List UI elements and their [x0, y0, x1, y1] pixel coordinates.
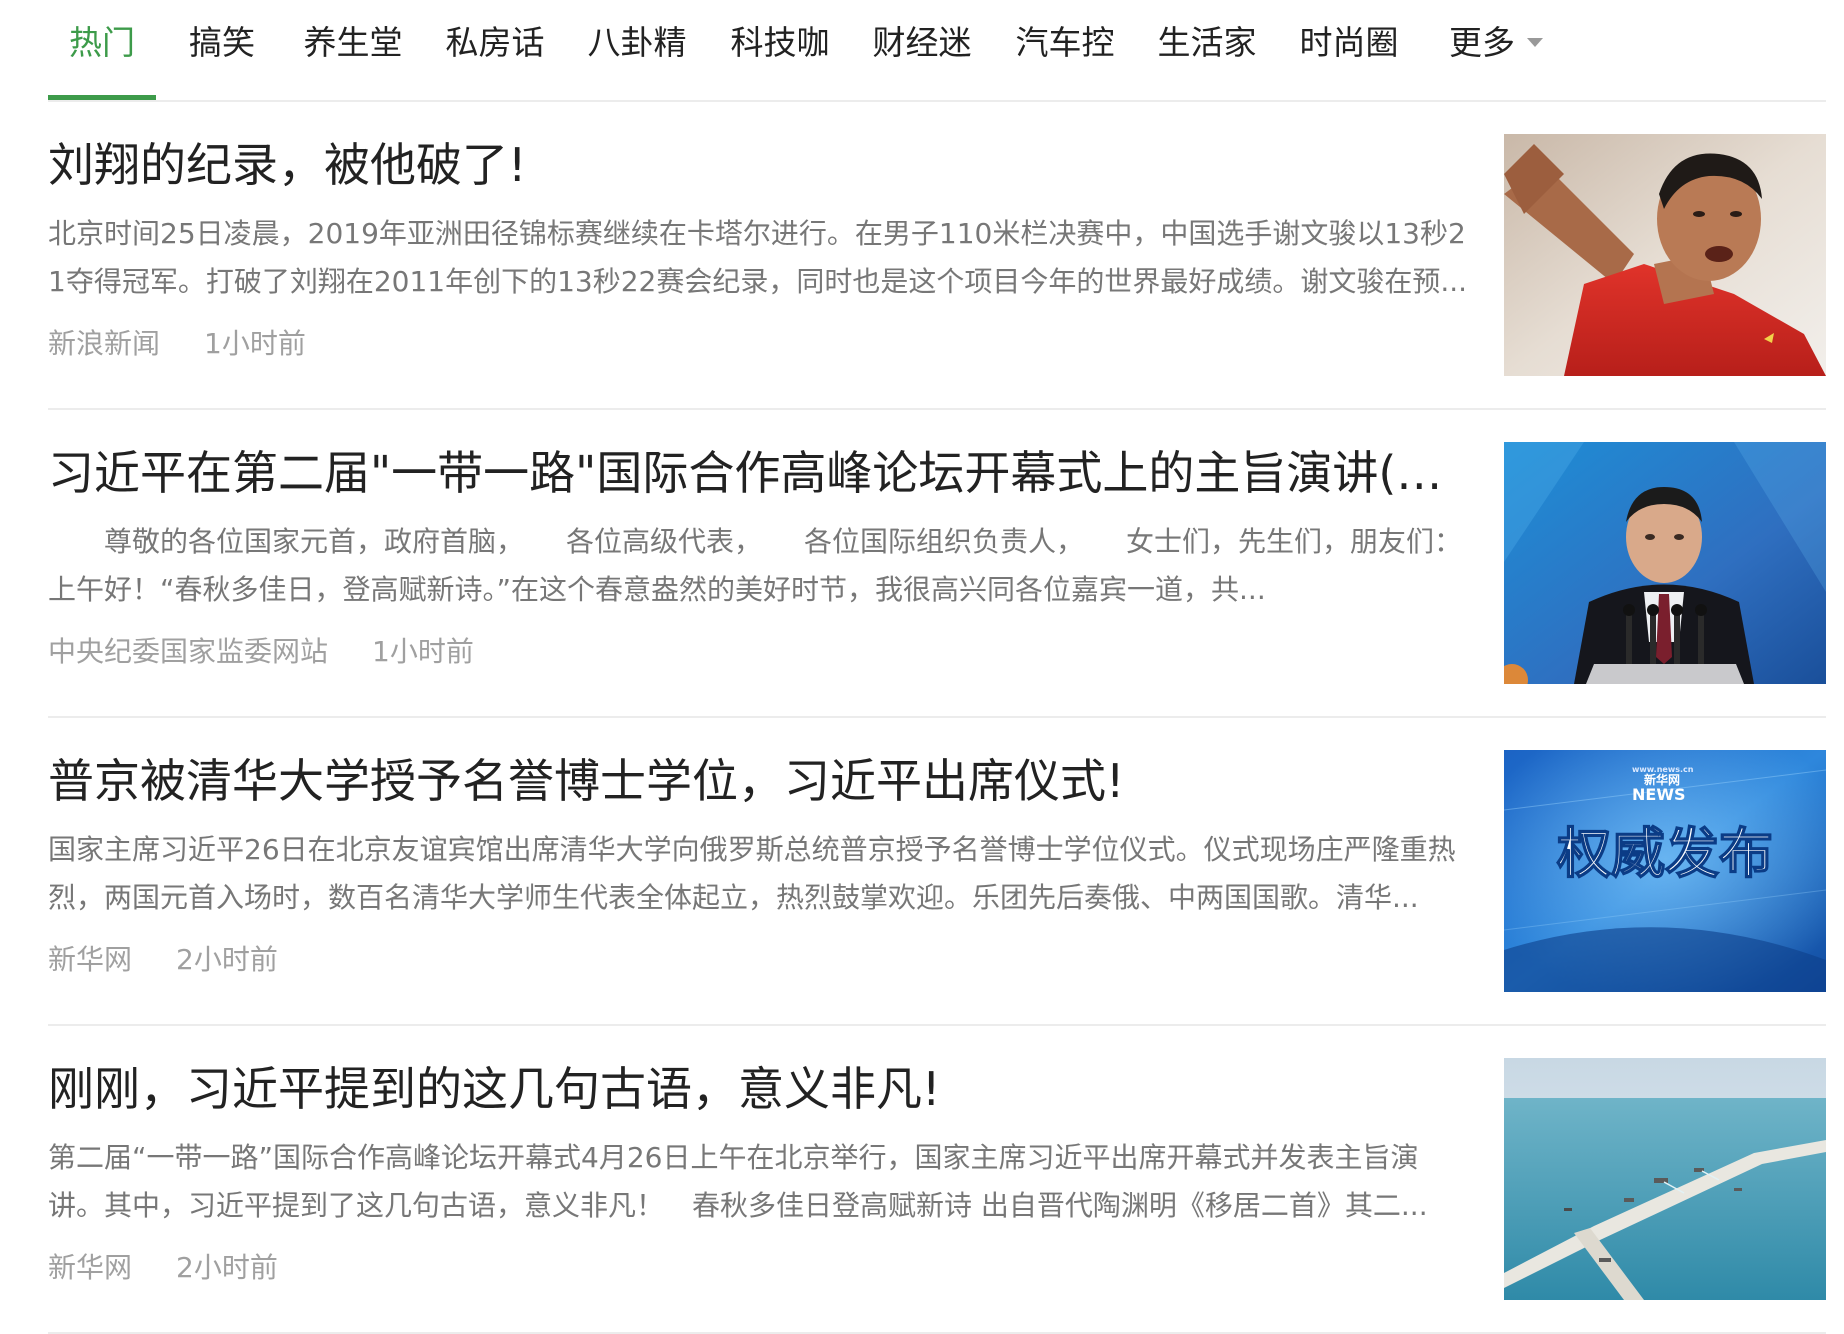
news-time: 1小时前 — [372, 635, 474, 668]
speaker-photo-image — [1504, 442, 1826, 684]
news-source: 新浪新闻 — [48, 327, 161, 360]
news-summary: 北京时间25日凌晨，2019年亚洲田径锦标赛继续在卡塔尔进行。在男子110米栏决… — [48, 217, 1468, 298]
tab-life[interactable]: 生活家 — [1155, 0, 1259, 100]
news-thumbnail[interactable] — [1504, 134, 1826, 376]
tab-private-talk[interactable]: 私房话 — [444, 0, 546, 100]
authority-release-banner-image: www.news.cn 新华网 NEWS 权威发布 — [1504, 750, 1826, 992]
news-meta: 中央纪委国家监委网站 1小时前 — [48, 632, 474, 672]
news-time: 1小时前 — [204, 327, 306, 360]
tab-hot[interactable]: 热门 — [48, 0, 156, 100]
news-item[interactable]: 普京被清华大学授予名誉博士学位，习近平出席仪式! 国家主席习近平26日在北京友谊… — [48, 718, 1826, 1026]
tab-label: 财经迷 — [872, 23, 972, 62]
chevron-down-icon — [1527, 38, 1543, 47]
news-meta: 新华网 2小时前 — [48, 940, 278, 980]
category-tabs: 热门 搞笑 养生堂 私房话 八卦精 科技咖 财经迷 汽车控 生活家 时尚圈 更多 — [48, 0, 1826, 102]
news-source: 新华网 — [48, 943, 133, 976]
news-time: 2小时前 — [176, 943, 278, 976]
news-meta: 新华网 2小时前 — [48, 1248, 278, 1288]
tab-label: 时尚圈 — [1299, 23, 1399, 62]
news-thumbnail[interactable] — [1504, 1058, 1826, 1300]
tab-auto[interactable]: 汽车控 — [1013, 0, 1117, 100]
news-title[interactable]: 刚刚，习近平提到的这几句古语，意义非凡! — [48, 1060, 1468, 1118]
news-summary: 国家主席习近平26日在北京友谊宾馆出席清华大学向俄罗斯总统普京授予名誉博士学位仪… — [48, 833, 1456, 914]
news-source: 新华网 — [48, 1251, 133, 1284]
news-title[interactable]: 习近平在第二届"一带一路"国际合作高峰论坛开幕式上的主旨演讲(全... — [48, 444, 1468, 502]
tab-label: 更多 — [1449, 23, 1515, 62]
tab-label: 搞笑 — [189, 23, 255, 62]
pier-aerial-photo-image — [1504, 1058, 1826, 1300]
athlete-photo-image — [1504, 134, 1826, 376]
banner-headline: 权威发布 — [1556, 822, 1773, 885]
tab-label: 养生堂 — [303, 23, 403, 62]
tab-health[interactable]: 养生堂 — [302, 0, 404, 100]
news-item[interactable]: 刘翔的纪录，被他破了! 北京时间25日凌晨，2019年亚洲田径锦标赛继续在卡塔尔… — [48, 102, 1826, 410]
tab-label: 生活家 — [1157, 23, 1257, 62]
news-item[interactable]: 习近平在第二届"一带一路"国际合作高峰论坛开幕式上的主旨演讲(全... 尊敬的各… — [48, 410, 1826, 718]
tab-finance[interactable]: 财经迷 — [870, 0, 974, 100]
news-item[interactable]: 刚刚，习近平提到的这几句古语，意义非凡! 第二届“一带一路”国际合作高峰论坛开幕… — [48, 1026, 1826, 1334]
news-meta: 新浪新闻 1小时前 — [48, 324, 306, 364]
logo-letters: NEWS — [1632, 785, 1686, 804]
news-feed: 热门 搞笑 养生堂 私房话 八卦精 科技咖 财经迷 汽车控 生活家 时尚圈 更多… — [48, 0, 1826, 1334]
news-title[interactable]: 刘翔的纪录，被他破了! — [48, 136, 1468, 194]
tab-funny[interactable]: 搞笑 — [188, 0, 256, 100]
news-title[interactable]: 普京被清华大学授予名誉博士学位，习近平出席仪式! — [48, 752, 1468, 810]
tab-label: 热门 — [69, 23, 135, 62]
tab-label: 私房话 — [445, 23, 545, 62]
tab-label: 汽车控 — [1015, 23, 1115, 62]
tab-tech[interactable]: 科技咖 — [728, 0, 832, 100]
tab-label: 科技咖 — [730, 23, 830, 62]
tab-label: 八卦精 — [587, 23, 687, 62]
tab-more[interactable]: 更多 — [1440, 0, 1552, 100]
tab-gossip[interactable]: 八卦精 — [586, 0, 688, 100]
news-summary: 尊敬的各位国家元首，政府首脑， 各位高级代表， 各位国际组织负责人， 女士们，先… — [48, 525, 1449, 606]
tab-fashion[interactable]: 时尚圈 — [1297, 0, 1401, 100]
news-time: 2小时前 — [176, 1251, 278, 1284]
news-thumbnail[interactable] — [1504, 442, 1826, 684]
news-source: 中央纪委国家监委网站 — [48, 635, 329, 668]
news-thumbnail[interactable]: www.news.cn 新华网 NEWS 权威发布 — [1504, 750, 1826, 992]
news-summary: 第二届“一带一路”国际合作高峰论坛开幕式4月26日上午在北京举行，国家主席习近平… — [48, 1141, 1428, 1222]
